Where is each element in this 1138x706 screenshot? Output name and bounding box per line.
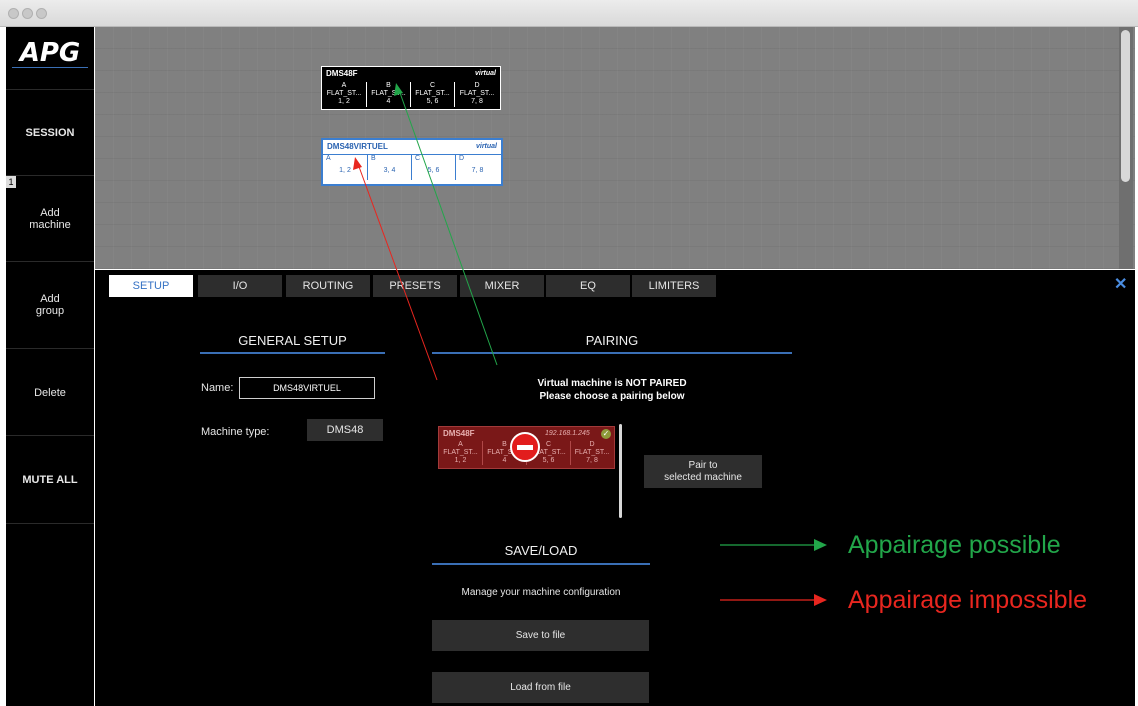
legend-red-arrowhead	[814, 594, 827, 606]
legend-impossible-label: Appairage impossible	[848, 586, 1088, 614]
legend-possible-label: Appairage possible	[848, 531, 1061, 559]
red-arrow-head	[353, 157, 362, 170]
green-arrow-line	[398, 89, 498, 366]
green-arrow-head	[394, 83, 403, 96]
red-arrow-line	[357, 163, 438, 381]
legend-green-arrowhead	[814, 539, 827, 551]
